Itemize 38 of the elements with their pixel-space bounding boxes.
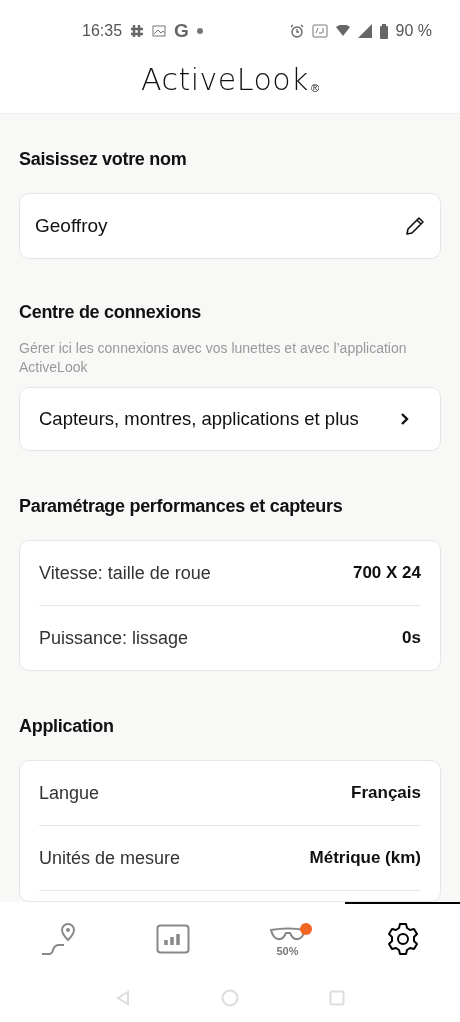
battery-percent: 90 % bbox=[395, 22, 432, 40]
connections-link[interactable]: Capteurs, montres, applications et plus bbox=[19, 387, 441, 451]
glasses-tab[interactable]: 50% bbox=[230, 902, 345, 974]
setting-label[interactable]: Puissance: lissage bbox=[39, 627, 189, 649]
clock: 16:35 bbox=[82, 22, 123, 40]
section-title: Paramétrage performances et capteurs bbox=[19, 495, 344, 517]
setting-value[interactable]: 700 X 24 bbox=[352, 563, 421, 583]
alarm-icon bbox=[289, 24, 304, 38]
signal-icon bbox=[357, 24, 372, 38]
chart-icon bbox=[155, 924, 190, 954]
setting-value[interactable]: Français bbox=[351, 783, 421, 803]
glasses-icon bbox=[269, 927, 306, 943]
battery-level: 50% bbox=[276, 945, 299, 957]
registered-mark: ® bbox=[311, 82, 320, 94]
setting-label[interactable]: Langue bbox=[39, 782, 100, 804]
recents-icon[interactable] bbox=[329, 990, 345, 1006]
section-description: Gérer ici les connexions avec vos lunettes et avec l’application ActiveLook bbox=[19, 339, 408, 378]
section-title: Centre de connexions bbox=[19, 301, 203, 324]
battery-icon bbox=[379, 23, 388, 39]
pencil-icon[interactable] bbox=[404, 215, 426, 238]
back-icon[interactable] bbox=[115, 990, 131, 1006]
chevron-icon bbox=[400, 412, 410, 427]
name-field[interactable]: Geoffroy bbox=[19, 193, 441, 260]
setting-value[interactable]: Métrique (km) bbox=[309, 848, 421, 868]
setting-value[interactable]: 0s bbox=[402, 628, 421, 648]
refresh-rate-icon bbox=[311, 24, 328, 38]
setting-label[interactable]: Vitesse: taille de roue bbox=[39, 562, 211, 584]
home-icon[interactable] bbox=[221, 989, 239, 1007]
hash-icon bbox=[130, 24, 145, 38]
dot-icon bbox=[196, 28, 203, 34]
app-logo: ActiveLook bbox=[140, 62, 309, 98]
settings-icon bbox=[385, 922, 420, 956]
setting-label[interactable]: Unités de mesure bbox=[39, 847, 181, 869]
section-title: Application bbox=[19, 715, 115, 737]
image-icon bbox=[152, 25, 167, 37]
wifi-icon bbox=[335, 24, 350, 38]
section-title: Saisissez votre nom bbox=[19, 148, 188, 170]
app-letter: G bbox=[174, 20, 189, 42]
